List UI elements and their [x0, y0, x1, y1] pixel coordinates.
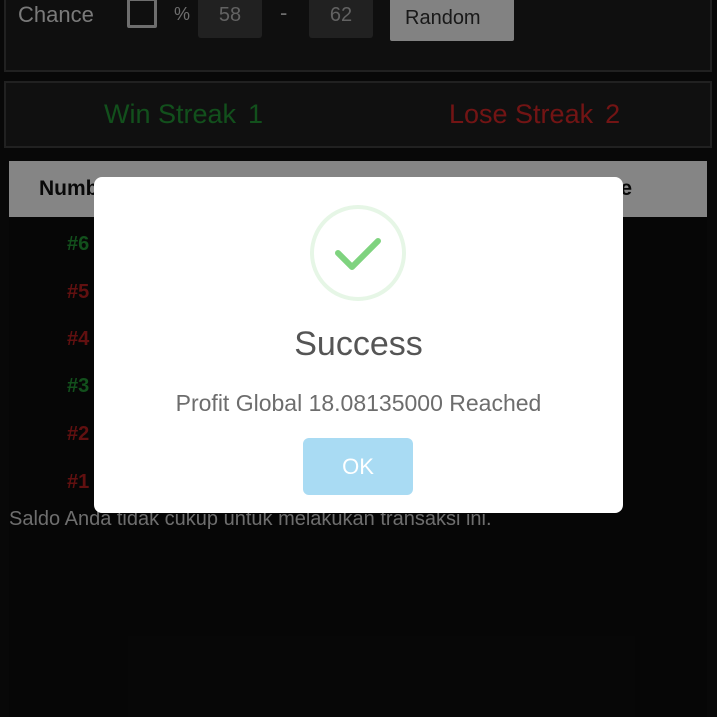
success-dialog: Success Profit Global 18.08135000 Reache… [94, 177, 623, 513]
check-circle-icon [310, 205, 406, 301]
dialog-title: Success [294, 325, 423, 363]
dialog-message: Profit Global 18.08135000 Reached [175, 390, 542, 416]
app-screen: Chance % 58 - 62 Random Win Streak 1 Lose… [0, 0, 717, 717]
ok-button[interactable]: OK [303, 438, 413, 495]
